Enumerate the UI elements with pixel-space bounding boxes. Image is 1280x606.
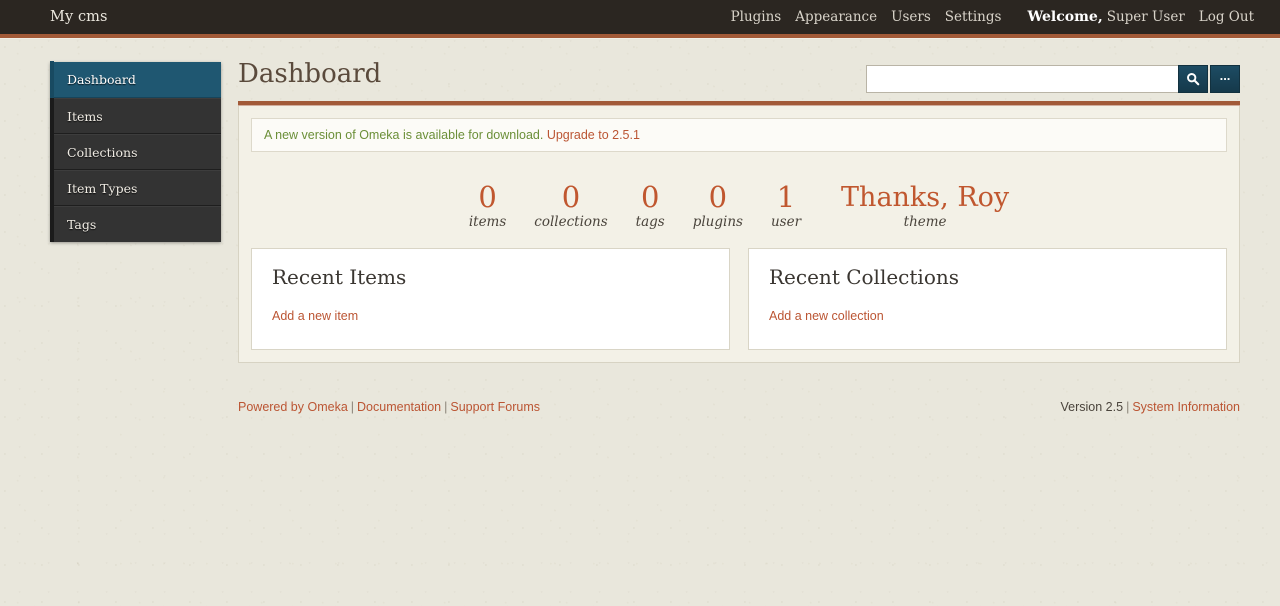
top-bar: My cms Plugins Appearance Users Settings… (0, 0, 1280, 39)
sidebar-item-dashboard[interactable]: Dashboard (50, 61, 221, 98)
sidebar-item-item-types[interactable]: Item Types (54, 170, 221, 206)
stat-value: 0 (640, 180, 660, 214)
nav-link-users[interactable]: Users (891, 9, 931, 25)
stat-label: collections (534, 214, 608, 231)
site-title: My cms (50, 9, 108, 25)
sidebar: Dashboard Items Collections Item Types T… (50, 61, 221, 242)
main-content: Dashboard ... A new version of Omeka is … (238, 55, 1240, 364)
stat-label: plugins (692, 214, 743, 231)
top-navigation: Plugins Appearance Users Settings Welcom… (731, 8, 1254, 26)
stat-label: theme (903, 214, 947, 231)
system-information-link[interactable]: System Information (1132, 400, 1240, 414)
footer-separator: | (444, 400, 448, 414)
recent-collections-panel: Recent Collections Add a new collection (748, 248, 1227, 351)
nav-link-appearance[interactable]: Appearance (795, 9, 877, 25)
footer-separator: | (350, 400, 355, 414)
stat-value: 0 (708, 180, 728, 214)
stat-theme: Thanks, Roy theme (815, 182, 1023, 231)
dashboard-panel: A new version of Omeka is available for … (238, 106, 1240, 364)
search-button[interactable] (1178, 65, 1208, 93)
sidebar-item-items[interactable]: Items (54, 98, 221, 134)
version-label: Version 2.5 (1060, 400, 1124, 414)
page-title: Dashboard (238, 59, 382, 89)
welcome-username: Super User (1106, 9, 1185, 25)
recent-collections-heading: Recent Collections (769, 265, 959, 290)
stat-plugins: 0 plugins (679, 180, 757, 231)
sidebar-item-label: Tags (67, 217, 97, 232)
stats-row: 0 items 0 collections 0 tags 0 plugins 1… (251, 168, 1227, 248)
sidebar-item-collections[interactable]: Collections (54, 134, 221, 170)
stat-label: tags (635, 214, 665, 231)
support-forums-link[interactable]: Support Forums (450, 400, 540, 414)
stat-value: 0 (478, 180, 497, 214)
upgrade-notice-text: A new version of Omeka is available for … (264, 128, 544, 142)
recent-items-panel: Recent Items Add a new item (251, 248, 730, 351)
nav-link-logout[interactable]: Log Out (1199, 9, 1254, 25)
sidebar-item-label: Dashboard (67, 72, 136, 87)
search-input[interactable] (866, 65, 1178, 93)
nav-link-plugins[interactable]: Plugins (731, 9, 782, 25)
stat-value: 0 (561, 180, 581, 214)
sidebar-item-label: Item Types (67, 180, 138, 196)
footer-left: Powered by Omeka | Documentation | Support F… (238, 400, 540, 414)
documentation-link[interactable]: Documentation (357, 400, 441, 414)
stat-user: 1 user (757, 180, 815, 231)
footer-right: Version 2.5 | System Information (1061, 400, 1240, 414)
welcome-label: Welcome, (1027, 9, 1103, 25)
recent-items-heading: Recent Items (272, 265, 407, 290)
stat-tags: 0 tags (622, 180, 679, 231)
sidebar-item-tags[interactable]: Tags (54, 206, 221, 242)
stat-value: Thanks, Roy (841, 182, 1010, 214)
sidebar-item-label: Items (67, 108, 103, 124)
stat-value: 1 (776, 180, 796, 214)
upgrade-link[interactable]: Upgrade to 2.5.1 (547, 128, 640, 142)
add-new-item-link[interactable]: Add a new item (272, 309, 358, 323)
upgrade-notice: A new version of Omeka is available for … (251, 118, 1227, 152)
stat-label: items (468, 214, 507, 231)
add-new-collection-link[interactable]: Add a new collection (769, 309, 884, 323)
stat-label: user (770, 214, 802, 231)
search-bar: ... (866, 65, 1240, 93)
search-icon (1187, 73, 1200, 86)
sidebar-item-label: Collections (67, 144, 138, 160)
nav-link-settings[interactable]: Settings (945, 9, 1002, 25)
stat-collections: 0 collections (520, 180, 621, 231)
footer: Powered by Omeka | Documentation | Support F… (238, 400, 1240, 414)
welcome-group: Welcome, Super User (1027, 8, 1184, 26)
powered-by-omeka-link[interactable]: Powered by Omeka (238, 400, 348, 414)
page-header: Dashboard ... (238, 55, 1240, 101)
stat-items: 0 items (455, 180, 520, 231)
recent-panels-row: Recent Items Add a new item Recent Colle… (251, 248, 1227, 351)
footer-separator: | (1126, 400, 1130, 414)
search-options-button[interactable]: ... (1210, 65, 1240, 93)
